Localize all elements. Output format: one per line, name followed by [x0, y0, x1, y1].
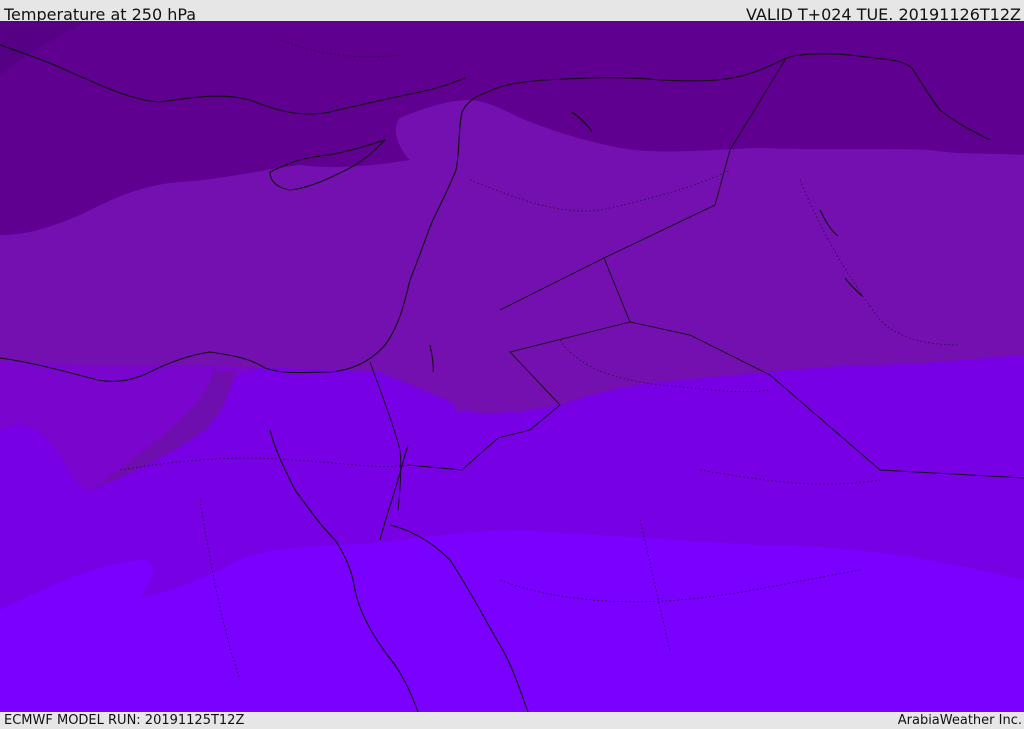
temperature-map[interactable] [0, 21, 1024, 712]
credit-label: ArabiaWeather Inc. [897, 713, 1022, 728]
map-canvas [0, 21, 1024, 712]
model-run-label: ECMWF MODEL RUN: 20191125T12Z [4, 713, 245, 728]
map-header: Temperature at 250 hPa VALID T+024 TUE. … [0, 0, 1024, 24]
map-footer: ECMWF MODEL RUN: 20191125T12Z ArabiaWeat… [0, 712, 1024, 729]
